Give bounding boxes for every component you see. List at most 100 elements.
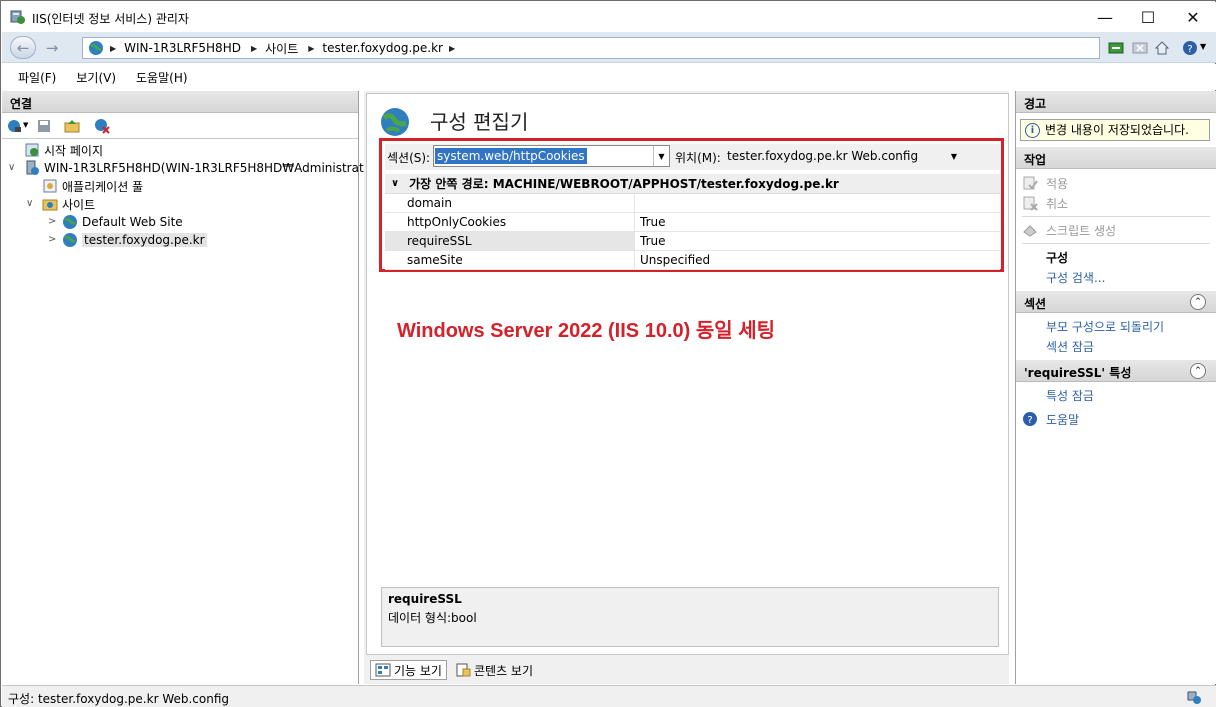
section-group-title: 섹션 ⌃	[1016, 291, 1216, 313]
breadcrumb-site[interactable]: ▶ tester.foxydog.pe.kr	[308, 41, 443, 55]
info-icon: i	[1025, 123, 1040, 138]
table-row[interactable]: httpOnlyCookies True	[385, 213, 1000, 232]
iis-app-icon	[10, 10, 25, 24]
minimize-button[interactable]: —	[1082, 2, 1128, 32]
connect-dropdown-icon[interactable]: ▼	[23, 121, 28, 129]
globe-icon	[89, 41, 103, 55]
tab-features-view[interactable]: 기능 보기	[370, 660, 447, 680]
script-icon	[1023, 225, 1037, 237]
address-row: ← → ▶ WIN-1R3LRF5H8HD ▶ 사이트 ▶ tester.foxydo…	[2, 32, 1216, 63]
section-label: 섹션(S):	[387, 151, 431, 165]
refresh-icon[interactable]	[1108, 40, 1124, 56]
collapse-icon[interactable]: ⌃	[1190, 294, 1206, 310]
help-link[interactable]: ? 도움말	[1016, 409, 1216, 429]
tree-item-app-pools[interactable]: 애플리케이션 풀	[42, 177, 143, 195]
grid-group-header[interactable]: ∨ 가장 안쪽 경로: MACHINE/WEBROOT/APPHOST/test…	[385, 174, 1000, 194]
svg-text:?: ?	[1187, 44, 1192, 55]
highlight-box: 섹션(S): system.web/httpCookies ▼ 위치(M): t…	[379, 138, 1004, 272]
tree-item-default-web-site[interactable]: Default Web Site	[62, 213, 183, 231]
connections-pane: 연결 ▼ 시작 페이지 ∨ WIN-1R3LRF5H8HD(WIN-1R3LRF…	[2, 91, 381, 684]
table-row[interactable]: domain	[385, 194, 1000, 213]
maximize-button[interactable]: ☐	[1125, 2, 1171, 32]
search-config-link[interactable]: 구성 검색...	[1016, 267, 1216, 287]
tree-expander-server[interactable]: ∨	[8, 162, 15, 173]
svg-text:?: ?	[1027, 415, 1032, 426]
back-button[interactable]: ←	[10, 36, 36, 59]
section-combo[interactable]: system.web/httpCookies ▼	[433, 145, 670, 167]
features-view-icon	[375, 663, 391, 677]
attribute-group-title: 'requireSSL' 특성 ⌃	[1016, 360, 1216, 382]
sites-folder-icon	[42, 199, 58, 211]
status-text: 구성: tester.foxydog.pe.kr Web.config	[8, 692, 230, 706]
up-folder-icon[interactable]	[64, 118, 80, 134]
server-icon	[26, 160, 39, 175]
disconnect-icon[interactable]	[94, 118, 110, 134]
home-icon[interactable]	[1154, 40, 1170, 56]
apply-button[interactable]: 적용	[1016, 173, 1216, 193]
content-view-icon	[456, 663, 471, 677]
address-bar[interactable]: ▶ WIN-1R3LRF5H8HD ▶ 사이트 ▶ tester.foxydog.pe…	[82, 37, 1100, 59]
property-description: requireSSL 데이터 형식:bool	[381, 587, 999, 647]
globe-icon	[63, 233, 77, 247]
save-icon[interactable]	[36, 118, 52, 134]
tree-item-start-page[interactable]: 시작 페이지	[24, 141, 103, 159]
status-bar: 구성: tester.foxydog.pe.kr Web.config	[2, 685, 1216, 707]
menu-view[interactable]: 보기(V)	[76, 69, 116, 86]
description-name: requireSSL	[388, 592, 462, 606]
divider	[1022, 243, 1210, 244]
menu-bar: 파일(F) 보기(V) 도움말(H)	[2, 64, 1216, 90]
location-combo[interactable]: tester.foxydog.pe.kr Web.config ▼	[727, 145, 961, 167]
tree-expander-site1[interactable]: >	[48, 216, 56, 227]
tab-content-view[interactable]: 콘텐츠 보기	[451, 660, 537, 680]
connect-icon[interactable]	[6, 118, 22, 134]
chevron-right-icon: ▶	[448, 43, 456, 53]
config-header: 구성	[1046, 250, 1069, 265]
table-row[interactable]: requireSSL True	[385, 232, 1000, 251]
property-grid: ∨ 가장 안쪽 경로: MACHINE/WEBROOT/APPHOST/test…	[385, 174, 1000, 270]
connections-title: 연결	[2, 91, 358, 113]
tree-expander-site2[interactable]: >	[48, 234, 56, 245]
revert-to-parent-link[interactable]: 부모 구성으로 되돌리기	[1016, 316, 1216, 336]
tree-item-tester-site[interactable]: tester.foxydog.pe.kr	[62, 231, 207, 249]
lock-section-link[interactable]: 섹션 잠금	[1016, 336, 1216, 356]
help-dropdown-icon[interactable]: ▼	[1200, 42, 1206, 51]
breadcrumb-sites[interactable]: ▶ 사이트	[251, 40, 298, 57]
menu-help[interactable]: 도움말(H)	[136, 69, 188, 86]
connections-toolbar: ▼	[2, 113, 358, 139]
tasks-title: 작업	[1016, 147, 1216, 169]
chevron-right-icon: ▶	[308, 43, 315, 53]
divider	[1022, 216, 1210, 217]
menu-file[interactable]: 파일(F)	[18, 69, 56, 86]
tree-item-sites[interactable]: 사이트	[42, 195, 95, 213]
breadcrumb-server[interactable]: ▶ WIN-1R3LRF5H8HD	[110, 41, 241, 55]
chevron-down-icon[interactable]: ∨	[391, 178, 399, 189]
help-icon[interactable]: ?	[1182, 40, 1198, 56]
start-page-icon	[25, 143, 39, 157]
collapse-icon[interactable]: ⌃	[1190, 363, 1206, 379]
globe-icon	[381, 108, 409, 136]
cancel-button[interactable]: 취소	[1016, 193, 1216, 213]
cancel-icon	[1023, 196, 1038, 211]
table-row[interactable]: sameSite Unspecified	[385, 251, 1000, 270]
view-tabs: 기능 보기 콘텐츠 보기	[370, 659, 541, 681]
config-editor-panel: 구성 편집기 섹션(S): system.web/httpCookies ▼ 위…	[366, 93, 1009, 655]
tree-item-server[interactable]: WIN-1R3LRF5H8HD(WIN-1R3LRF5H8HD₩Administ…	[24, 159, 381, 177]
chevron-down-icon[interactable]: ▼	[951, 152, 957, 161]
help-icon: ?	[1023, 412, 1037, 426]
actions-pane: 경고 i 변경 내용이 저장되었습니다. 작업 적용 취소 스크립트 생성 구성…	[1015, 91, 1216, 684]
chevron-right-icon: ▶	[250, 43, 258, 53]
forward-button[interactable]: →	[39, 36, 65, 59]
stop-icon[interactable]	[1132, 40, 1148, 56]
main-area: 구성 편집기 섹션(S): system.web/httpCookies ▼ 위…	[364, 91, 1009, 684]
page-title: 구성 편집기	[430, 110, 529, 134]
tree-expander-sites[interactable]: ∨	[26, 198, 33, 209]
globe-icon	[63, 215, 77, 229]
breadcrumb-more[interactable]: ▶	[449, 44, 463, 53]
lock-attribute-link[interactable]: 특성 잠금	[1016, 385, 1216, 405]
chevron-down-icon[interactable]: ▼	[653, 146, 669, 166]
annotation-text: Windows Server 2022 (IIS 10.0) 동일 세팅	[397, 320, 775, 342]
apply-icon	[1023, 176, 1038, 190]
description-type: 데이터 형식:bool	[388, 611, 477, 625]
close-button[interactable]: ✕	[1170, 2, 1216, 32]
generate-script-button[interactable]: 스크립트 생성	[1016, 220, 1216, 240]
